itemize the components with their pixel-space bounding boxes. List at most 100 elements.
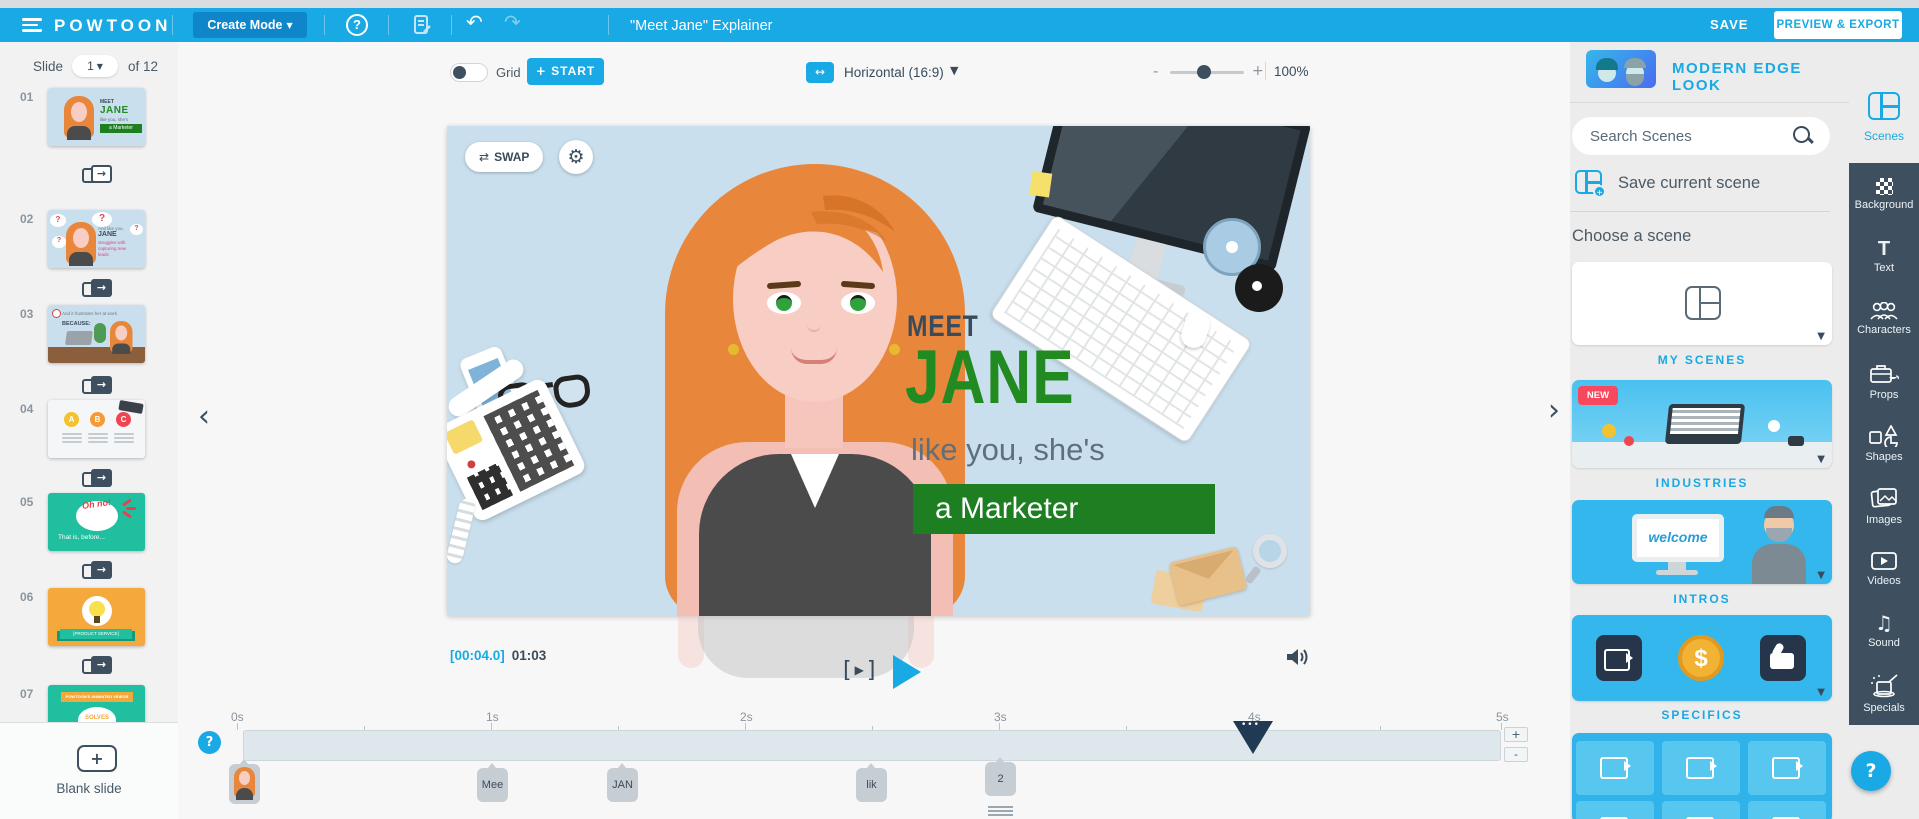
save-button[interactable]: SAVE [1710,17,1748,32]
specifics-card[interactable]: $ ▼ [1572,615,1832,701]
tools-rail: Scenes Background T Text Characters Prop… [1849,42,1919,819]
search-icon[interactable] [1792,125,1814,147]
zoom-slider-knob[interactable] [1197,65,1211,79]
transition-icon[interactable]: → [82,560,112,584]
section-label-my-scenes[interactable]: MY SCENES [1570,353,1834,367]
expand-panel-icon[interactable]: › [1548,396,1560,426]
new-badge: NEW [1578,386,1618,405]
rail-item-props[interactable]: Props [1849,350,1919,412]
timeline-track[interactable] [243,730,1501,761]
undo-icon[interactable]: ↶ [466,10,483,34]
script-notes-icon[interactable] [412,15,432,35]
redo-icon[interactable]: ↷ [504,10,521,34]
preview-export-button[interactable]: PREVIEW & EXPORT [1774,11,1902,39]
timeline-help-icon[interactable]: ? [198,731,221,754]
collapse-sidebar-icon[interactable]: ‹ [198,402,210,432]
timeline-element-tag[interactable]: 2 [985,757,1016,796]
slide-number-dropdown[interactable]: 1 ▼ [72,55,118,77]
rail-item-videos[interactable]: Videos [1849,538,1919,600]
transition-icon[interactable]: → [82,278,112,302]
transition-icon[interactable]: → [82,655,112,679]
images-icon [1870,488,1897,508]
jane-earring [728,344,739,355]
slide-thumbnail-6[interactable]: [PRODUCT SERVICE] [48,588,145,646]
help-fab-button[interactable]: ? [1851,751,1891,791]
look-style-thumbnail[interactable] [1586,50,1656,88]
slide-thumbnail-2[interactable]: ? ? ? ? And like you, JANE struggles wit… [48,210,145,268]
timeline-zoom-out-button[interactable]: - [1504,747,1528,762]
video-tile-icon [1662,741,1740,795]
timeline-element-character[interactable] [229,759,260,804]
slide-thumbnail-5[interactable]: Oh no! That is, before... [48,493,145,551]
slide-canvas[interactable]: MEET JANE like you, she's a Marketer ⇄ SW… [447,126,1310,616]
timeline-element-tag[interactable]: lik [856,763,887,802]
chevron-down-icon[interactable]: ▼ [1817,687,1825,698]
transition-icon[interactable]: → [82,468,112,492]
document-title[interactable]: "Meet Jane" Explainer [630,18,772,34]
chevron-down-icon[interactable]: ▼ [950,64,958,77]
grid-label: Grid [496,65,521,80]
grid-toggle[interactable] [450,63,488,82]
transition-icon[interactable]: → [82,164,112,188]
play-button[interactable] [893,655,921,689]
search-scenes-input[interactable] [1590,121,1785,151]
intros-card[interactable]: welcome ▼ [1572,500,1832,584]
thumbs-up-icon [1760,635,1806,681]
rail-item-shapes[interactable]: Shapes [1849,413,1919,475]
help-icon[interactable]: ? [346,14,368,36]
chevron-down-icon[interactable]: ▼ [1817,570,1825,581]
section-label-intros[interactable]: INTROS [1570,592,1834,606]
chevron-down-icon[interactable]: ▼ [1817,454,1825,465]
volume-icon[interactable] [1286,646,1312,668]
current-time: [00:04.0] [450,648,505,663]
zoom-in-icon[interactable]: + [1252,63,1264,79]
swap-icon: ⇄ [479,150,490,164]
canvas-text-like[interactable]: like you, she's [911,432,1105,468]
rail-item-text[interactable]: T Text [1849,225,1919,287]
my-scenes-card[interactable]: ▼ [1572,262,1832,345]
look-style-name[interactable]: MODERN EDGE LOOK [1672,60,1849,94]
slide-thumbnail-4[interactable]: A B C [48,400,145,458]
start-button[interactable]: + START [527,58,604,85]
orientation-icon[interactable]: ↔ [806,62,834,83]
props-icon [1870,364,1899,383]
rail-item-images[interactable]: Images [1849,475,1919,537]
timeline-element-tag[interactable]: JAN [607,763,638,802]
industries-card[interactable]: NEW ▼ [1572,380,1832,468]
create-mode-dropdown[interactable]: Create Mode ▼ [193,12,307,38]
video-tile-icon [1576,741,1654,795]
total-time: 01:03 [511,648,547,663]
powtoon-editor: POWTOON Create Mode ▼ ? ↶ ↷ "Meet Jane" E… [0,0,1919,819]
play-slide-button[interactable]: [▶] [843,657,875,683]
timeline-tick-label: 5s [1496,710,1509,724]
slide-thumbnail-3[interactable]: And it frustrates her at work BECAUSE: [48,305,145,363]
divider [608,15,609,35]
section-label-industries[interactable]: INDUSTRIES [1570,476,1834,490]
canvas-text-marketer[interactable]: a Marketer [913,484,1215,534]
orientation-label[interactable]: Horizontal (16:9) [844,65,944,80]
background-icon [1875,177,1893,195]
slide-thumbnail-1[interactable]: MEET JANE like you, she's a Marketer [48,88,145,146]
chevron-down-icon[interactable]: ▼ [1817,331,1825,342]
rail-item-specials[interactable]: Specials [1849,663,1919,725]
slide-number: 07 [20,687,34,701]
zoom-out-icon[interactable]: - [1153,62,1158,80]
gear-icon[interactable]: ⚙ [559,140,593,174]
rail-item-scenes[interactable]: Scenes [1849,92,1919,143]
scene-card-partial[interactable] [1572,733,1832,819]
swap-button[interactable]: ⇄ SWAP [465,142,544,172]
canvas-text-jane[interactable]: JANE [905,334,1075,421]
video-tile-icon [1748,741,1826,795]
timeline-zoom-in-button[interactable]: + [1504,727,1528,742]
add-blank-slide-button[interactable]: + [77,745,117,772]
envelope-icon [1168,546,1248,606]
video-tile-icon [1748,801,1826,819]
menu-icon[interactable] [22,18,42,32]
rail-item-characters[interactable]: Characters [1849,288,1919,350]
rail-item-sound[interactable]: ♫ Sound [1849,600,1919,662]
rail-item-background[interactable]: Background [1849,163,1919,225]
character-overflow [698,616,914,678]
timeline-element-tag[interactable]: Mee [477,763,508,802]
section-label-specifics[interactable]: SPECIFICS [1570,708,1834,722]
transition-icon[interactable]: → [82,375,112,399]
